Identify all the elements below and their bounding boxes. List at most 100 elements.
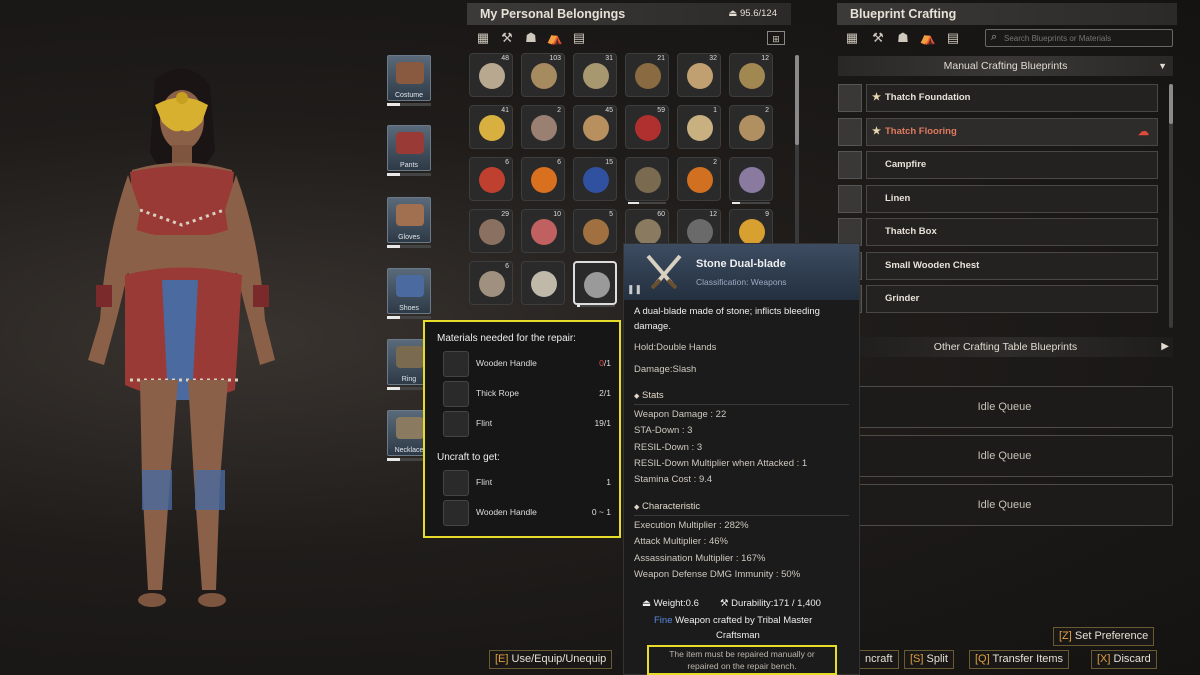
filter-building-icon[interactable]: ⛺ xyxy=(546,31,564,45)
characteristic-header: ◆ Characteristic xyxy=(634,501,700,512)
item-count: 45 xyxy=(605,107,613,114)
inventory-slot[interactable]: 48 xyxy=(469,53,513,97)
equip-slot-costume[interactable]: Costume xyxy=(387,55,431,101)
characteristic-title: Characteristic xyxy=(642,501,701,512)
inventory-slot[interactable]: 59 xyxy=(625,105,669,149)
blueprint-row[interactable]: ★ Thatch Foundation xyxy=(838,84,1158,112)
inventory-slot[interactable]: 12 xyxy=(729,53,773,97)
inventory-slot[interactable]: 31 xyxy=(573,53,617,97)
stat-line: Weapon Damage : 22 xyxy=(634,409,727,420)
blueprint-button[interactable]: Thatch Box xyxy=(866,218,1158,246)
material-icon xyxy=(443,381,469,407)
craft-queue-slot[interactable]: Idle Queue xyxy=(836,386,1173,428)
repair-material-row: Flint 19/1 xyxy=(443,411,611,437)
blueprint-button[interactable]: ★ Thatch Foundation xyxy=(866,84,1158,112)
apple-icon xyxy=(479,167,505,193)
discard-button[interactable]: [X] Discard xyxy=(1091,650,1157,669)
inventory-slot[interactable]: 15 xyxy=(573,157,617,201)
item-quality: Fine xyxy=(654,615,673,626)
discard-key: [X] xyxy=(1097,653,1111,665)
bp-filter-misc-icon[interactable]: ▤ xyxy=(944,31,962,45)
filter-tools-icon[interactable]: ⚒ xyxy=(498,31,516,45)
equip-slot-pants[interactable]: Pants xyxy=(387,125,431,171)
uncraft-button[interactable]: ncraft xyxy=(860,650,899,669)
inventory-slot[interactable] xyxy=(729,157,773,204)
craft-queue-slot[interactable]: Idle Queue xyxy=(836,484,1173,526)
pause-icon: ❚❚ xyxy=(627,284,643,294)
craft-queue-slot[interactable]: Idle Queue xyxy=(836,435,1173,477)
blueprint-row[interactable]: Thatch Box xyxy=(838,218,1158,246)
transfer-items-button[interactable]: [Q] Transfer Items xyxy=(969,650,1070,669)
inventory-slot[interactable]: 29 xyxy=(469,209,513,253)
blueprint-button[interactable]: Campfire xyxy=(866,151,1158,179)
manual-crafting-header[interactable]: Manual Crafting Blueprints ▼ xyxy=(838,56,1173,76)
use-equip-button[interactable]: [E] Use/Equip/Unequip xyxy=(489,650,613,669)
blueprint-icon xyxy=(838,117,862,146)
filter-misc-icon[interactable]: ▤ xyxy=(570,31,588,45)
inventory-slot[interactable]: 1 xyxy=(677,105,721,149)
inventory-slot[interactable]: 5 xyxy=(573,209,617,253)
item-damage-type: Damage:Slash xyxy=(634,364,697,375)
search-input[interactable] xyxy=(1004,31,1170,45)
inventory-slot[interactable]: 2 xyxy=(729,105,773,149)
filter-resources-icon[interactable]: ▦ xyxy=(474,31,492,45)
item-count: 32 xyxy=(709,55,717,62)
inventory-header: My Personal Belongings ⏏ 95.6/124 xyxy=(467,3,791,25)
set-preference-button[interactable]: [Z] Set Preference xyxy=(1053,627,1155,646)
inventory-slot[interactable]: 6 xyxy=(521,157,565,201)
blueprint-search-box[interactable]: ⌕ xyxy=(985,29,1173,47)
blueprint-name: Campfire xyxy=(885,159,927,170)
durability-bar xyxy=(387,316,431,319)
blueprint-row[interactable]: Linen xyxy=(838,184,1158,213)
item-name: Stone Dual-blade xyxy=(696,258,786,270)
item-count: 6 xyxy=(505,263,509,270)
bp-filter-building-icon[interactable]: ⛺ xyxy=(919,31,937,45)
star-icon: ★ xyxy=(872,125,881,137)
inventory-slot[interactable]: 2 xyxy=(521,105,565,149)
blueprint-button[interactable]: ★ Thatch Flooring ☁ xyxy=(866,117,1158,146)
bucket-icon xyxy=(635,167,661,193)
blueprint-row[interactable]: ★ Thatch Flooring ☁ xyxy=(838,117,1158,146)
filter-armor-icon[interactable]: ☗ xyxy=(522,31,540,45)
item-count: 9 xyxy=(765,211,769,218)
inventory-slot[interactable]: 103 xyxy=(521,53,565,97)
blueprint-button[interactable]: Grinder xyxy=(866,285,1158,313)
inventory-slot[interactable] xyxy=(625,157,669,204)
inventory-slot[interactable]: 21 xyxy=(625,53,669,97)
other-blueprints-header[interactable]: Other Crafting Table Blueprints ▶ xyxy=(838,337,1173,357)
blueprint-scrollbar[interactable] xyxy=(1169,84,1173,328)
item-count: 15 xyxy=(605,159,613,166)
durability-bar xyxy=(387,103,431,106)
inventory-slot[interactable]: 6 xyxy=(469,261,513,305)
item-count: 10 xyxy=(553,211,561,218)
sort-icon[interactable]: ⊞ xyxy=(767,31,785,45)
inventory-slot[interactable] xyxy=(521,261,565,305)
blueprint-row[interactable]: Campfire xyxy=(838,151,1158,179)
inventory-slot[interactable]: 6 xyxy=(469,157,513,201)
inventory-slot[interactable]: 32 xyxy=(677,53,721,97)
blueprint-button[interactable]: Linen xyxy=(866,184,1158,213)
blueprint-row[interactable]: Small Wooden Chest xyxy=(838,251,1158,280)
divider xyxy=(634,404,849,405)
inventory-slot[interactable]: 10 xyxy=(521,209,565,253)
inventory-slot[interactable]: 2 xyxy=(677,157,721,201)
blueprint-button[interactable]: Small Wooden Chest xyxy=(866,251,1158,280)
material-icon xyxy=(443,500,469,526)
bp-filter-resources-icon[interactable]: ▦ xyxy=(843,31,861,45)
equip-slot-gloves[interactable]: Gloves xyxy=(387,197,431,243)
inventory-slot[interactable] xyxy=(573,261,617,307)
inventory-slot[interactable]: 45 xyxy=(573,105,617,149)
blueprint-row[interactable]: Grinder xyxy=(838,285,1158,313)
weight-value: 95.6/124 xyxy=(740,8,777,19)
item-count: 48 xyxy=(501,55,509,62)
bread-icon xyxy=(531,115,557,141)
characteristic-line: Weapon Defense DMG Immunity : 50% xyxy=(634,568,801,580)
bp-filter-armor-icon[interactable]: ☗ xyxy=(894,31,912,45)
bp-filter-tools-icon[interactable]: ⚒ xyxy=(869,31,887,45)
inventory-slot[interactable]: 41 xyxy=(469,105,513,149)
root-icon xyxy=(583,219,609,245)
blueprint-name: Grinder xyxy=(885,293,920,304)
equip-slot-shoes[interactable]: Shoes xyxy=(387,268,431,314)
split-button[interactable]: [S] Split xyxy=(904,650,954,669)
blueprint-icon xyxy=(838,184,862,213)
